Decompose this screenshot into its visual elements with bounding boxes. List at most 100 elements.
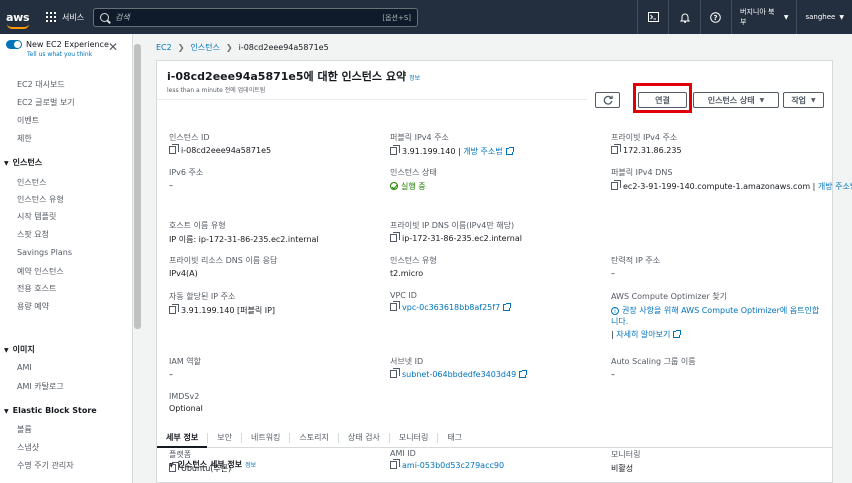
copy-icon[interactable] [169,462,179,472]
copy-icon[interactable] [390,459,400,469]
info-link[interactable]: 정보 [409,75,420,82]
learn-more-link[interactable]: 자세히 알아보기 [616,330,670,339]
copy-icon[interactable] [390,368,400,378]
services-label: 서비스 [62,12,85,22]
sidebar-item-reserved-instances[interactable]: 예약 인스턴스 [17,266,64,277]
sidebar-item-events[interactable]: 이벤트 [17,115,39,126]
field-imdsv2: IMDSv2 Optional [169,392,203,413]
chevron-down-icon: ▼ [839,13,844,21]
copy-icon[interactable] [390,145,400,155]
caret-down-icon: ▼ [759,96,765,104]
detail-tabs: 세부 정보 보안 네트워킹 스토리지 상태 검사 모니터링 태그 [157,428,832,448]
search-shortcut-hint: [옵션+S] [382,13,411,22]
field-private-ipv4: 프라이빗 IPv4 주소 172.31.86.235 [611,133,682,155]
top-navigation-bar: aws 서비스 [옵션+S] ? 버지니아 북부 ▼ sanghee▼ [0,0,852,34]
svg-text:?: ? [714,14,718,22]
field-instance-id: 인스턴스 ID i-08cd2eee94a5871e5 [169,133,272,155]
open-address-link[interactable]: 개방 주소법 [818,182,852,191]
copy-icon[interactable] [390,232,400,242]
sidebar-item-ami[interactable]: AMI [17,363,32,372]
copy-icon[interactable] [611,144,621,154]
field-resource-dns: 프라이빗 리소스 DNS 이름 응답 IPv4(A) [169,256,278,278]
region-selector[interactable]: 버지니아 북부 ▼ [731,0,796,34]
field-public-ipv4: 퍼블릭 IPv4 주소 3.91.199.140 | 개방 주소법 [390,132,514,157]
sidebar-item-capacity-reservations[interactable]: 용량 예약 [17,301,49,312]
field-elastic-ip: 탄력적 IP 주소 – [611,256,661,278]
new-experience-label: New EC2 Experience [26,40,109,49]
scrollbar-thumb[interactable] [134,44,141,329]
field-compute-optimizer: AWS Compute Optimizer 찾기 i 권장 사항을 위해 AWS … [611,292,820,339]
sidebar-item-savings-plans[interactable]: Savings Plans [17,248,72,257]
info-link[interactable]: 정보 [245,462,256,469]
breadcrumb-ec2[interactable]: EC2 [156,43,172,52]
refresh-button[interactable] [595,92,620,108]
tab-monitoring[interactable]: 모니터링 [390,432,439,443]
status-badge: 실행 중 [401,182,426,191]
services-menu-button[interactable]: 서비스 [46,0,84,34]
sidebar-item-instance-types[interactable]: 인스턴스 유형 [17,194,64,205]
vpc-link[interactable]: vpc-0c363618bb8af25f7 [402,303,500,312]
external-link-icon[interactable] [673,330,682,338]
help-icon[interactable]: ? [699,0,731,34]
sidebar-item-ami-catalog[interactable]: AMI 카탈로그 [17,381,64,392]
sidebar-section-images[interactable]: ▼ 이미지 [4,344,35,355]
instance-state-button[interactable]: 인스턴스 상태 ▼ [693,92,779,108]
bell-icon[interactable] [668,0,699,34]
search-box[interactable]: [옵션+S] [93,8,418,27]
close-icon[interactable]: ✕ [108,40,118,54]
tab-networking[interactable]: 네트워킹 [242,432,291,443]
copy-icon[interactable] [611,180,621,190]
cloudshell-icon[interactable] [637,0,668,34]
chevron-right-icon: ❯ [225,43,233,52]
tab-storage[interactable]: 스토리지 [290,432,339,443]
sidebar-scrollbar[interactable] [133,34,142,483]
caret-down-icon: ▼ [811,96,816,104]
sidebar-item-spot-requests[interactable]: 스팟 요청 [17,229,49,240]
sidebar-item-instances[interactable]: 인스턴스 [17,177,46,188]
new-experience-toggle[interactable] [6,40,22,49]
sidebar-item-launch-templates[interactable]: 시작 템플릿 [17,211,56,222]
ami-link[interactable]: ami-053b0d53c279acc90 [402,461,504,470]
copy-icon[interactable] [169,144,179,154]
sidebar-item-snapshots[interactable]: 스냅샷 [17,442,39,453]
sidebar-navigation: New EC2 Experience Tell us what you thin… [0,34,133,483]
caret-down-icon: ▼ [4,408,9,415]
caret-down-icon: ▼ [4,160,9,167]
search-input[interactable] [115,13,383,22]
tab-status-checks[interactable]: 상태 검사 [339,432,390,443]
external-link-icon[interactable] [519,370,528,378]
account-menu[interactable]: sanghee ▼ [796,0,852,34]
aws-logo[interactable]: aws [6,11,40,29]
open-address-link[interactable]: 개방 주소법 [463,147,502,156]
actions-button[interactable]: 작업 ▼ [783,92,824,108]
highlight-box [633,83,692,113]
field-subnet-id: 서브넷 ID subnet-064bbdedfe3403d49 [390,356,528,379]
external-link-icon[interactable] [505,147,514,155]
sidebar-item-limits[interactable]: 제한 [17,133,32,144]
breadcrumb-current: i-08cd2eee94a5871e5 [238,43,329,52]
sidebar-item-ec2-global-view[interactable]: EC2 글로벌 보기 [17,97,75,108]
sidebar-item-ec2-dashboard[interactable]: EC2 대시보드 [17,79,65,90]
copy-icon[interactable] [390,301,400,311]
breadcrumb-instances[interactable]: 인스턴스 [190,42,219,53]
tab-security[interactable]: 보안 [208,432,242,443]
field-instance-type: 인스턴스 유형 t2.micro [390,256,437,278]
region-label: 버지니아 북부 [740,8,775,26]
sidebar-item-lifecycle-manager[interactable]: 수명 주기 관리자 [17,460,74,471]
tab-tags[interactable]: 태그 [438,433,471,443]
sidebar-section-instances[interactable]: ▼ 인스턴스 [4,157,42,168]
feedback-link[interactable]: Tell us what you think [27,51,92,58]
external-link-icon[interactable] [503,303,512,311]
main-content: EC2 ❯ 인스턴스 ❯ i-08cd2eee94a5871e5 i-08cd2… [142,34,852,483]
copy-icon[interactable] [169,304,179,314]
sidebar-section-ebs[interactable]: ▼ Elastic Block Store [4,406,97,415]
grid-icon [46,12,56,22]
tab-details[interactable]: 세부 정보 [157,432,209,448]
field-public-dns: 퍼블릭 IPv4 DNS ec2-3-91-199-140.compute-1.… [611,167,852,192]
sidebar-item-volumes[interactable]: 볼륨 [17,424,32,435]
field-ipv6: IPv6 주소 – [169,168,204,190]
sidebar-item-dedicated-hosts[interactable]: 전용 호스트 [17,283,56,294]
chevron-down-icon: ▼ [783,13,789,21]
chevron-right-icon: ❯ [177,43,185,52]
subnet-link[interactable]: subnet-064bbdedfe3403d49 [402,370,516,379]
